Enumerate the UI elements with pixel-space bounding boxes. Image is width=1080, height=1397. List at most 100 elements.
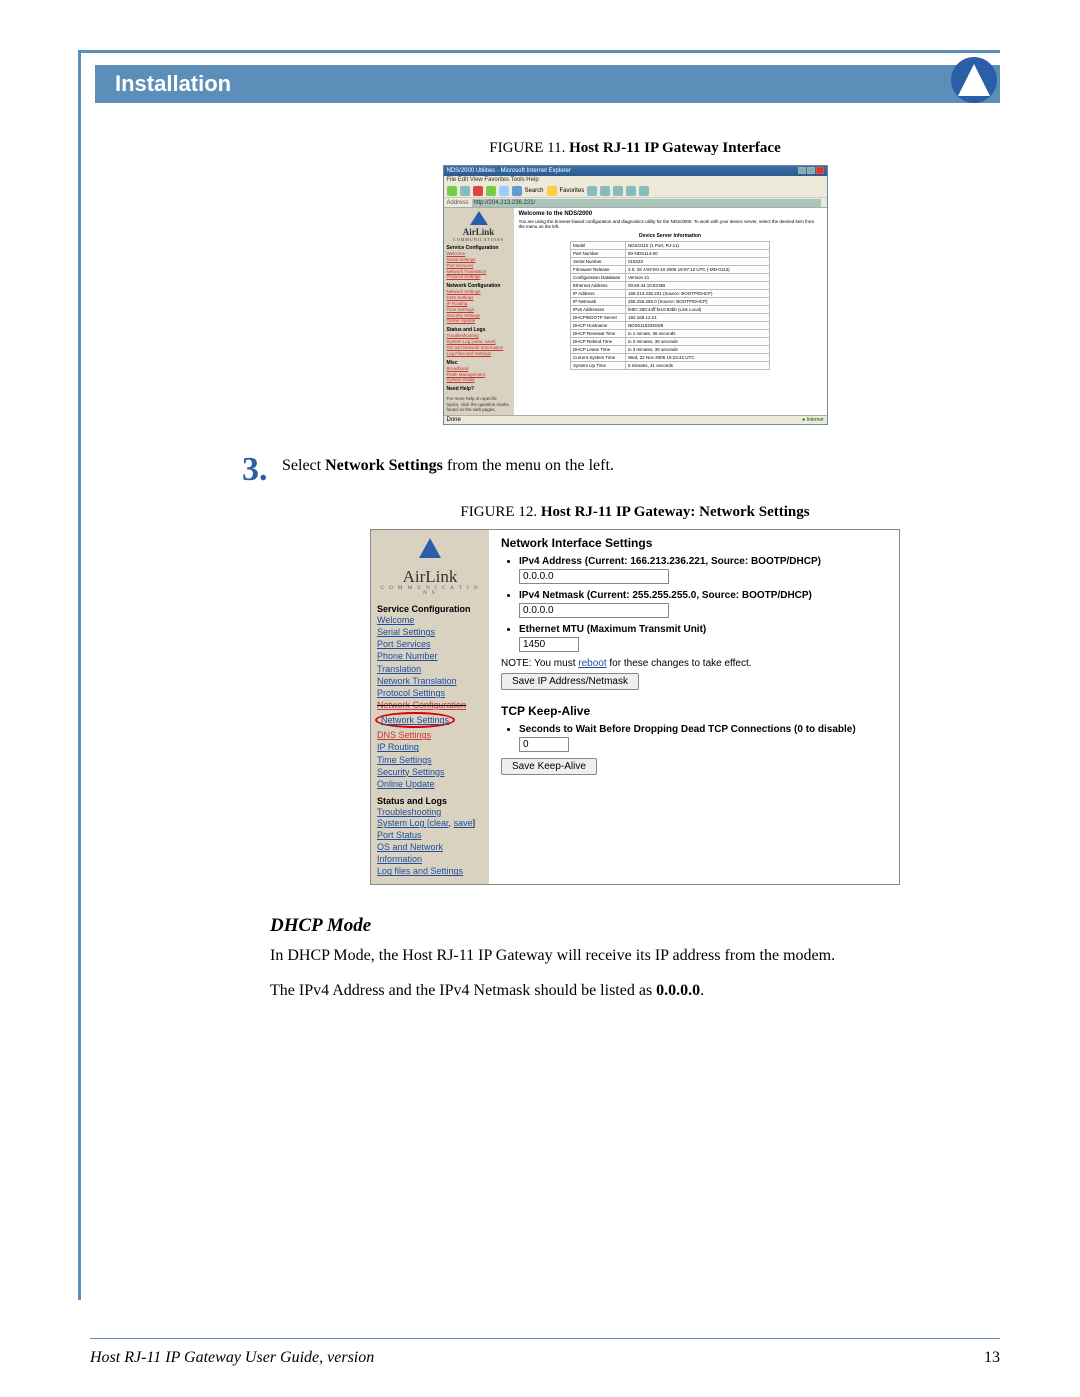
nds-syslog-clear[interactable]: clear — [430, 818, 449, 828]
p2-pre: The IPv4 Address and the IPv4 Netmask sh… — [270, 982, 656, 999]
step-pre: Select — [282, 457, 325, 474]
save-ip-button[interactable]: Save IP Address/Netmask — [501, 673, 639, 690]
nds-dns[interactable]: DNS Settings — [377, 729, 483, 741]
history-icon[interactable] — [587, 186, 597, 196]
table-row: Part Number80-NDS114-00 — [571, 249, 770, 257]
info-key: Model — [571, 241, 626, 249]
info-key: IP Address — [571, 289, 626, 297]
nds-serial[interactable]: Serial Settings — [377, 626, 483, 638]
info-key: DHCP Lease Time — [571, 345, 626, 353]
step-number: 3. — [242, 455, 270, 486]
table-row: Firmware Release2.0, 28 JAN'SN-10 2006 1… — [571, 265, 770, 273]
keepalive-label: Seconds to Wait Before Dropping Dead TCP… — [519, 724, 887, 752]
mtu-input[interactable] — [519, 637, 579, 652]
ipv4-mask-label: IPv4 Netmask (Current: 255.255.255.0, So… — [519, 590, 887, 618]
discuss-icon[interactable] — [639, 186, 649, 196]
info-key: Configuration Database — [571, 273, 626, 281]
ipv4-netmask-input[interactable] — [519, 603, 669, 618]
info-key: DHCP Rebind Time — [571, 337, 626, 345]
fig11-sidebar: AirLinkCOMMUNICATIONS Service Configurat… — [444, 208, 514, 415]
maximize-icon[interactable] — [807, 167, 815, 174]
home-icon[interactable] — [499, 186, 509, 196]
reboot-link[interactable]: reboot — [578, 658, 606, 669]
toolbar-search-label: Search — [525, 188, 544, 194]
nds-time[interactable]: Time Settings — [377, 754, 483, 766]
favorites-icon[interactable] — [547, 186, 557, 196]
dhcp-para-1: In DHCP Mode, the Host RJ-11 IP Gateway … — [270, 945, 1000, 967]
brand-logo-icon — [950, 56, 998, 104]
side-osnet[interactable]: OS and Network Information — [447, 345, 511, 351]
ipv4-address-input[interactable] — [519, 569, 669, 584]
info-value: 255.255.255.0 (Source: BOOTP/DHCP) — [626, 297, 770, 305]
nds-trouble[interactable]: Troubleshooting — [377, 806, 483, 818]
step-bold: Network Settings — [325, 457, 443, 474]
info-key: Firmware Release — [571, 265, 626, 273]
nds-portstatus[interactable]: Port Status — [377, 829, 483, 841]
nds-syslog-save[interactable]: save — [454, 818, 473, 828]
ie-statusbar: Done ● Internet — [444, 415, 827, 424]
side-sysinst[interactable]: System Install — [447, 377, 511, 383]
nds-h1: Service Configuration — [377, 604, 483, 614]
figure-11-title: Host RJ-11 IP Gateway Interface — [569, 140, 781, 156]
info-value: 00:60:44:10:83:BB — [626, 281, 770, 289]
close-icon[interactable] — [816, 167, 824, 174]
nds-syslog[interactable]: System Log [ — [377, 818, 430, 828]
section-header: Installation — [95, 65, 1000, 103]
ie-toolbar: Search Favorites — [444, 184, 827, 198]
p2-bold: 0.0.0.0 — [656, 982, 700, 999]
step-3: 3. Select Network Settings from the menu… — [242, 455, 1000, 486]
figure-12-caption: FIGURE 12. Host RJ-11 IP Gateway: Networ… — [270, 504, 1000, 521]
fig12-main: Network Interface Settings IPv4 Address … — [489, 530, 899, 884]
info-value: 019333 — [626, 257, 770, 265]
nds-phone[interactable]: Phone Number Translation — [377, 650, 483, 674]
nds-welcome[interactable]: Welcome — [377, 614, 483, 626]
ie-titlebar: NDS/2000 Utilities - Microsoft Internet … — [444, 166, 827, 176]
forward-icon[interactable] — [460, 186, 470, 196]
figure-12-window: AirLink C O M M U N I C A T I O N S Serv… — [370, 529, 900, 885]
table-row: Ethernet Address00:60:44:10:83:BB — [571, 281, 770, 289]
nds-osnet[interactable]: OS and Network Information — [377, 841, 483, 865]
nds-portsvc[interactable]: Port Services — [377, 638, 483, 650]
info-key: Current System Time — [571, 353, 626, 361]
save-keepalive-button[interactable]: Save Keep-Alive — [501, 758, 597, 775]
ipv4-addr-text: IPv4 Address (Current: 166.213.236.221, … — [519, 556, 821, 567]
nds-logfiles[interactable]: Log files and Settings — [377, 865, 483, 877]
table-row: DHCP/BOOTP Server192.168.12.21 — [571, 313, 770, 321]
mail-icon[interactable] — [600, 186, 610, 196]
back-icon[interactable] — [447, 186, 457, 196]
info-value: Wed, 22 Nov 2006 19:23:42 UTC — [626, 353, 770, 361]
info-value: Version 21 — [626, 273, 770, 281]
nds-h3: Status and Logs — [377, 796, 483, 806]
nds-sec[interactable]: Security Settings — [377, 766, 483, 778]
address-input[interactable]: http://204.213.236.221/ — [472, 199, 821, 207]
refresh-icon[interactable] — [486, 186, 496, 196]
net-if-heading: Network Interface Settings — [501, 536, 887, 550]
search-icon[interactable] — [512, 186, 522, 196]
info-value: 2.0, 28 JAN'SN-10 2006 19:07:12 UTC (-MN… — [626, 265, 770, 273]
nds-upd[interactable]: Online Update — [377, 778, 483, 790]
nds-proto[interactable]: Protocol Settings — [377, 687, 483, 699]
print-icon[interactable] — [613, 186, 623, 196]
side-upd[interactable]: Online Update — [447, 318, 511, 324]
airlink-logo-2: AirLink C O M M U N I C A T I O N S — [377, 536, 483, 596]
minimize-icon[interactable] — [798, 167, 806, 174]
side-logfiles[interactable]: Log Files and Settings — [447, 351, 511, 357]
info-value: in 2 minutes, 35 seconds — [626, 337, 770, 345]
top-rule — [78, 50, 1000, 53]
note-pre: NOTE: You must — [501, 658, 578, 669]
info-key: DHCP Renewal Time — [571, 329, 626, 337]
nds-nettrans[interactable]: Network Translation — [377, 675, 483, 687]
nds-network-settings[interactable]: Network Settings — [381, 715, 449, 725]
nds-iproute[interactable]: IP Routing — [377, 741, 483, 753]
table-row: Current System TimeWed, 22 Nov 2006 19:2… — [571, 353, 770, 361]
stop-icon[interactable] — [473, 186, 483, 196]
side-proto[interactable]: Protocol Settings — [447, 274, 511, 280]
ie-menubar[interactable]: File Edit View Favorites Tools Help — [444, 176, 827, 184]
ipv4-mask-text: IPv4 Netmask (Current: 255.255.255.0, So… — [519, 590, 812, 601]
info-value: 5 minutes, 41 seconds — [626, 361, 770, 369]
table-row: ModelNDS/2110 (1 Port, RJ-11) — [571, 241, 770, 249]
table-row: IP Netmask255.255.255.0 (Source: BOOTP/D… — [571, 297, 770, 305]
figure-11-browser: NDS/2000 Utilities - Microsoft Internet … — [443, 165, 828, 425]
edit-icon[interactable] — [626, 186, 636, 196]
keepalive-input[interactable] — [519, 737, 569, 752]
